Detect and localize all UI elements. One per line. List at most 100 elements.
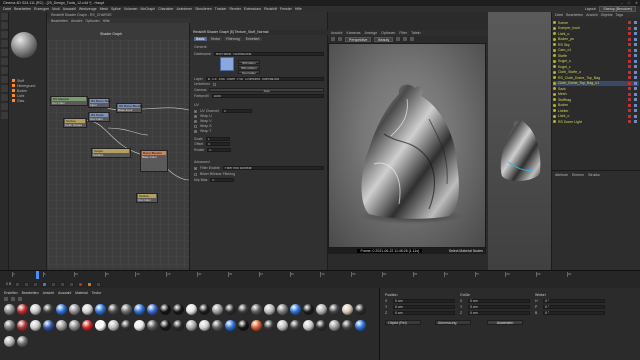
object-row[interactable]: Boden_ps: [553, 37, 639, 42]
pen-icon[interactable]: [0, 58, 8, 65]
move-tool-icon[interactable]: [0, 13, 8, 20]
object-row[interactable]: Stoffbag: [553, 97, 639, 102]
visibility-tag-icon[interactable]: [628, 26, 631, 30]
vp-menu-filter[interactable]: Filter: [399, 31, 407, 35]
material-list-item[interactable]: Glas: [12, 98, 44, 103]
timeline-ruler[interactable]: 0 5 10 15 20 25 30 35 40 45 50 55 60 65 70 75 80 85 90: [12, 272, 572, 278]
next-key-icon[interactable]: [60, 281, 66, 287]
menu-tracker[interactable]: Tracker: [215, 7, 227, 11]
material-swatch[interactable]: [186, 304, 197, 315]
material-swatch[interactable]: [303, 304, 314, 315]
node-graph-canvas[interactable]: RS Material Out Color RS Bump Map Input RS…: [48, 40, 189, 268]
current-frame[interactable]: 0 B: [6, 282, 11, 286]
scale-field[interactable]: 1: [205, 137, 230, 141]
menu-spline[interactable]: Spline: [111, 7, 121, 11]
object-row[interactable]: Sack: [553, 86, 639, 91]
secondary-viewport[interactable]: [488, 12, 552, 270]
material-swatch[interactable]: [290, 304, 301, 315]
material-swatch[interactable]: [30, 320, 41, 331]
om-menu-file[interactable]: Datei: [555, 13, 563, 17]
material-swatch[interactable]: [95, 320, 106, 331]
material-tag-icon[interactable]: [634, 59, 637, 63]
material-swatch[interactable]: [147, 320, 158, 331]
record-icon[interactable]: [78, 281, 84, 287]
object-row[interactable]: RS Dome Light: [553, 119, 639, 124]
tab-basic[interactable]: Basis: [194, 37, 207, 41]
filter-icon[interactable]: [11, 297, 15, 301]
render-region-icon[interactable]: [331, 37, 335, 41]
material-swatch[interactable]: [4, 320, 15, 331]
material-swatch[interactable]: [4, 304, 15, 315]
visibility-tag-icon[interactable]: [628, 43, 631, 46]
material-swatch[interactable]: [173, 304, 184, 315]
menu-window[interactable]: Fenster: [280, 7, 292, 11]
render-mode-dropdown[interactable]: Beauty: [374, 36, 394, 42]
material-tag-icon[interactable]: [634, 120, 637, 123]
keyframe-icon[interactable]: [96, 281, 102, 287]
ne-menu-view[interactable]: Ansicht: [71, 19, 82, 23]
material-swatch[interactable]: [108, 320, 119, 331]
menu-simulate[interactable]: Simulieren: [195, 7, 212, 11]
snapshot-icon[interactable]: [338, 37, 342, 41]
node-bump-blender[interactable]: RS Bump Blender Base Input: [116, 103, 143, 113]
material-swatch[interactable]: [43, 304, 54, 315]
menu-file[interactable]: Datei: [3, 7, 11, 11]
rotate-tool-icon[interactable]: [0, 31, 8, 38]
material-swatch[interactable]: [251, 304, 262, 315]
stop-icon[interactable]: [403, 37, 408, 41]
vp-menu-cameras[interactable]: Kameras: [346, 31, 360, 35]
filter-field[interactable]: Filter mip Bilinear: [222, 166, 324, 170]
material-swatch[interactable]: [264, 320, 275, 331]
material-swatch[interactable]: [69, 320, 80, 331]
preview-filter-checkbox[interactable]: [194, 172, 197, 176]
material-swatch[interactable]: [121, 304, 132, 315]
ne-menu-edit[interactable]: Bearbeiten: [51, 19, 68, 23]
object-row[interactable]: Licht_o: [553, 114, 639, 119]
menu-modes[interactable]: Modi: [52, 7, 60, 11]
flip-checkbox[interactable]: [213, 82, 217, 86]
material-swatch[interactable]: [82, 304, 93, 315]
material-swatch[interactable]: [17, 320, 28, 331]
menu-volume[interactable]: Volumen: [124, 7, 138, 11]
material-swatch[interactable]: [108, 304, 119, 315]
wrap-u-checkbox[interactable]: [194, 114, 197, 118]
ne-menu-help[interactable]: Hilfe: [103, 19, 110, 23]
material-swatch[interactable]: [342, 304, 353, 315]
timeline-playhead[interactable]: [36, 271, 39, 279]
tab-layers[interactable]: Ebenen: [572, 173, 584, 177]
visibility-tag-icon[interactable]: [628, 103, 631, 107]
object-row[interactable]: Licht_o: [553, 31, 639, 36]
material-tag-icon[interactable]: [634, 54, 637, 57]
filter-checkbox[interactable]: [194, 166, 197, 170]
new-material-icon[interactable]: [4, 297, 8, 301]
material-tag-icon[interactable]: [634, 87, 637, 90]
object-row[interactable]: RS Sky: [553, 42, 639, 47]
mm-menu-create[interactable]: Erstellen: [4, 291, 18, 295]
position-y-field[interactable]: 0 cm: [393, 305, 455, 309]
go-start-icon[interactable]: [15, 281, 21, 287]
render-viewport[interactable]: [328, 43, 486, 248]
material-swatch[interactable]: [30, 304, 41, 315]
scale-tool-icon[interactable]: [0, 22, 8, 29]
tab-advanced[interactable]: Erweitert: [243, 37, 262, 41]
camera-icon[interactable]: [0, 94, 8, 101]
material-swatch[interactable]: [17, 336, 28, 347]
material-swatch[interactable]: [355, 304, 366, 315]
visibility-tag-icon[interactable]: [628, 32, 631, 35]
uv-checkbox[interactable]: [194, 109, 197, 113]
material-swatch[interactable]: [56, 304, 67, 315]
cube-icon[interactable]: [0, 49, 8, 56]
mm-menu-texture[interactable]: Textur: [92, 291, 102, 295]
light-icon[interactable]: [0, 103, 8, 110]
material-tag-icon[interactable]: [634, 114, 637, 118]
visibility-tag-icon[interactable]: [628, 21, 631, 24]
material-swatch[interactable]: [277, 304, 288, 315]
material-swatch[interactable]: [17, 304, 28, 315]
material-swatch[interactable]: [238, 304, 249, 315]
uv-channel-field[interactable]: 0: [221, 109, 252, 113]
size-mode-dropdown[interactable]: Abmessung: [435, 320, 471, 325]
menu-render[interactable]: Render: [230, 7, 241, 11]
prev-frame-icon[interactable]: [33, 281, 39, 287]
visibility-tag-icon[interactable]: [628, 48, 631, 52]
material-swatch[interactable]: [95, 304, 106, 315]
